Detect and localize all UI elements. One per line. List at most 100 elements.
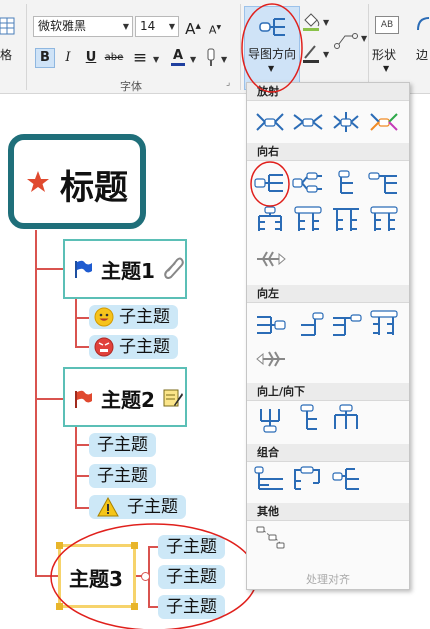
layout-direction-button[interactable]: 导图方向 ▼ <box>244 6 300 90</box>
section-left: 向左 <box>247 285 409 303</box>
connector-line <box>75 475 89 477</box>
subtopic-label: 子主题 <box>166 567 217 587</box>
connector-line <box>35 268 63 270</box>
layout-other-freeform[interactable] <box>256 526 285 549</box>
star-icon <box>27 171 49 192</box>
dialog-launcher-icon[interactable]: ⌟ <box>226 78 230 88</box>
chevron-down-icon[interactable]: ▼ <box>153 55 159 64</box>
fill-bucket-icon[interactable] <box>301 10 321 32</box>
layout-right-4[interactable] <box>368 172 397 194</box>
connector-style-icon[interactable] <box>333 28 359 50</box>
subtopic[interactable]: 子主题 <box>89 433 156 457</box>
brush-icon[interactable] <box>203 48 219 68</box>
layout-left-3[interactable] <box>333 314 362 336</box>
subtopic[interactable]: 子主题 <box>89 495 186 519</box>
subtopic[interactable]: 子主题 <box>158 565 225 589</box>
chevron-down-icon[interactable]: ▼ <box>190 55 196 64</box>
italic-button[interactable]: I <box>58 48 78 68</box>
root-topic[interactable]: 标题 <box>8 134 146 229</box>
layout-down-2[interactable] <box>334 404 358 429</box>
layout-left-2[interactable] <box>301 312 324 336</box>
line-color-icon[interactable] <box>301 42 321 64</box>
subtopic[interactable]: 子主题 <box>89 305 178 329</box>
edge-button-label[interactable]: 边 <box>416 46 428 63</box>
selection-handle[interactable] <box>131 542 138 549</box>
subtopic-label: 子主题 <box>97 466 148 486</box>
layout-up[interactable] <box>260 409 280 433</box>
subtopic[interactable]: 子主题 <box>89 464 156 488</box>
angry-face-icon <box>94 337 114 357</box>
font-name-value: 微软雅黑 <box>38 19 87 33</box>
bold-button[interactable]: B <box>35 48 55 68</box>
layout-direction-dropdown: 放射 向右 向左 向上/向下 组合 其他 处理对齐 <box>246 82 410 590</box>
layout-combo-3[interactable] <box>332 468 359 490</box>
layout-right-2[interactable] <box>292 172 322 193</box>
layout-right-6[interactable] <box>294 206 322 231</box>
grow-font-button[interactable]: A▲ <box>183 16 203 38</box>
layout-right-selected[interactable] <box>254 174 283 192</box>
layout-right-3[interactable] <box>338 170 353 194</box>
paperclip-icon <box>164 257 184 279</box>
strikethrough-button[interactable]: abe <box>104 48 124 68</box>
subtopic[interactable]: 子主题 <box>158 535 225 559</box>
ribbon-toolbar: 格 微软雅黑 ▼ 14 ▼ A▲ A▼ B I U abe ≡ ▼ A ▼ ▼ … <box>0 0 430 94</box>
connector-node <box>141 572 150 581</box>
layout-right-8[interactable] <box>370 206 398 231</box>
topic-1-label: 主题1 <box>101 259 155 283</box>
selection-handle[interactable] <box>131 603 138 610</box>
chevron-down-icon[interactable]: ▼ <box>221 55 227 64</box>
topic-2[interactable]: 主题2 <box>63 367 187 427</box>
shape-button[interactable]: AB 形状 ▼ <box>372 10 402 80</box>
subtopic-label: 子主题 <box>166 597 217 617</box>
shape-button-label: 形状 <box>372 48 397 62</box>
connector-line <box>75 427 77 508</box>
font-name-select[interactable]: 微软雅黑 ▼ <box>33 16 133 37</box>
chevron-down-icon[interactable]: ▼ <box>323 18 329 27</box>
layout-radial-2[interactable] <box>293 114 323 130</box>
chevron-down-icon[interactable]: ▼ <box>323 50 329 59</box>
layout-radial-3[interactable] <box>333 112 359 132</box>
underline-button[interactable]: U <box>81 48 101 68</box>
topic-3-label: 主题3 <box>69 567 123 591</box>
selection-handle[interactable] <box>56 603 63 610</box>
layout-right-5[interactable] <box>258 206 282 231</box>
blue-flag-icon <box>75 260 92 278</box>
connector-line <box>75 507 89 509</box>
layout-right-7[interactable] <box>333 208 359 231</box>
layout-radial-4[interactable] <box>370 113 398 131</box>
subtopic-label: 子主题 <box>127 497 178 517</box>
shrink-font-button[interactable]: A▼ <box>205 18 225 38</box>
table-icon[interactable] <box>0 16 16 36</box>
selection-handle[interactable] <box>56 542 63 549</box>
layout-direction-label: 导图方向 <box>248 47 297 61</box>
connector-line <box>35 398 63 400</box>
connector-line <box>148 546 158 548</box>
section-updown: 向上/向下 <box>247 383 409 401</box>
connector-line <box>75 444 89 446</box>
edge-icon[interactable] <box>415 14 430 36</box>
subtopic-label: 子主题 <box>119 337 170 357</box>
layout-down-1[interactable] <box>300 404 317 430</box>
red-flag-icon <box>75 390 92 408</box>
subtopic[interactable]: 子主题 <box>158 595 225 619</box>
layout-radial-1[interactable] <box>256 113 284 131</box>
layout-combo-2[interactable] <box>294 466 320 490</box>
layout-left-4[interactable] <box>370 310 398 335</box>
subtopic[interactable]: 子主题 <box>89 335 178 359</box>
topic-1[interactable]: 主题1 <box>63 239 187 299</box>
chevron-down-icon: ▼ <box>122 22 129 31</box>
table-button-label[interactable]: 格 <box>0 46 12 63</box>
layout-combo-1[interactable] <box>254 466 283 490</box>
font-color-bar <box>171 63 185 66</box>
font-color-button[interactable]: A <box>168 46 188 66</box>
layout-left-1[interactable] <box>257 316 286 334</box>
align-button[interactable]: ≡ <box>130 48 150 68</box>
connector-line <box>148 606 158 608</box>
chevron-down-icon: ▼ <box>168 22 175 31</box>
chevron-down-icon[interactable]: ▼ <box>361 34 367 43</box>
layout-fishbone-left[interactable] <box>256 351 285 367</box>
layout-fishbone-right[interactable] <box>257 251 286 267</box>
font-size-select[interactable]: 14 ▼ <box>135 16 179 37</box>
connector-line <box>35 230 37 576</box>
topic-3[interactable]: 主题3 <box>56 542 138 610</box>
